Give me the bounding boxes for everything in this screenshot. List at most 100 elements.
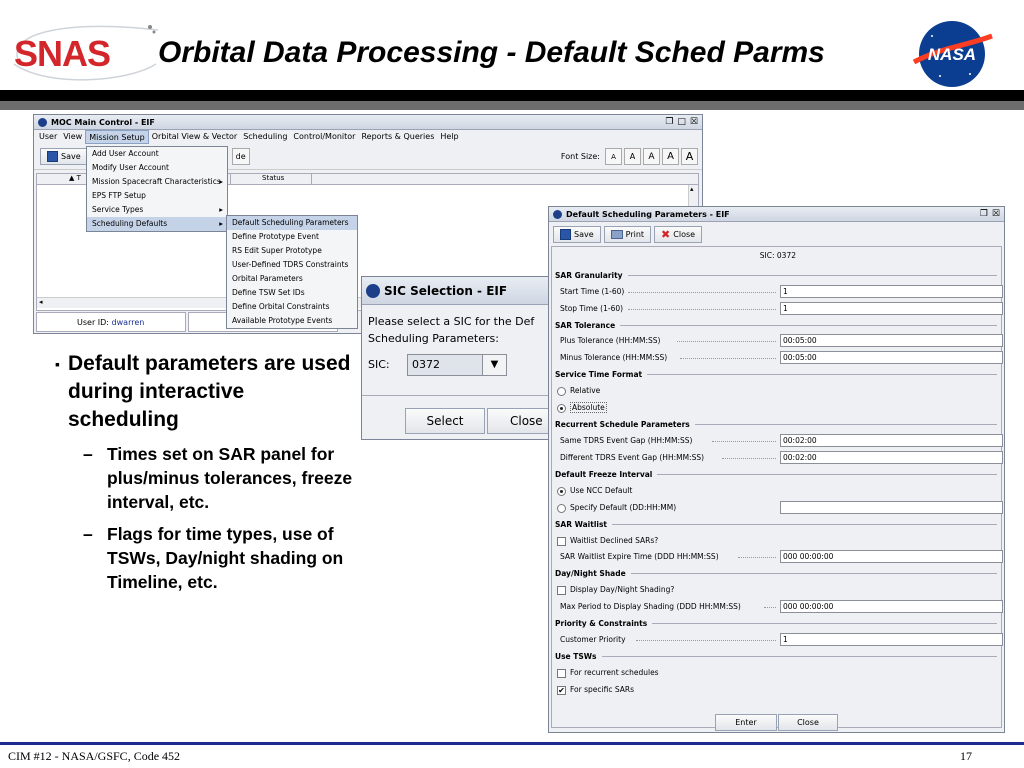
font-size-btn-3[interactable]: A xyxy=(643,148,660,165)
start-time-field[interactable]: 1 xyxy=(780,285,1003,298)
close-icon[interactable]: ☒ xyxy=(690,117,698,127)
row-use-ncc-default[interactable]: Use NCC Default xyxy=(552,484,1001,498)
start-time-label: Start Time (1-60) xyxy=(560,287,625,296)
restore-icon[interactable]: ❐ xyxy=(665,117,673,127)
row-display-shading[interactable]: Display Day/Night Shading? xyxy=(552,583,1001,597)
specify-default-radio[interactable] xyxy=(557,503,566,513)
section-service-time-format: Service Time Format xyxy=(552,367,1001,381)
display-shading-label: Display Day/Night Shading? xyxy=(570,585,675,594)
sic-select-button[interactable]: Select xyxy=(405,408,485,434)
dsp-close-bottom-button[interactable]: Close xyxy=(778,714,838,731)
scroll-up-icon[interactable]: ▴ xyxy=(690,185,694,193)
menu-item-scheduling-defaults[interactable]: Scheduling Defaults ▸ xyxy=(87,217,227,231)
menu-view[interactable]: View xyxy=(60,130,85,144)
page-title: Orbital Data Processing - Default Sched … xyxy=(158,36,825,69)
dsp-toolbar: Save Print ✖ Close xyxy=(553,226,703,243)
absolute-radio[interactable] xyxy=(557,403,566,413)
dash-marker: – xyxy=(83,444,93,464)
stop-time-field[interactable]: 1 xyxy=(780,302,1003,315)
row-for-specific[interactable]: ✔ For specific SARs xyxy=(552,683,1001,697)
header-band-black xyxy=(0,90,1024,101)
dsp-enter-button[interactable]: Enter xyxy=(715,714,777,731)
close-icon[interactable]: ☒ xyxy=(992,209,1000,219)
specify-default-field[interactable] xyxy=(780,501,1003,514)
menu-item-define-prototype-event[interactable]: Define Prototype Event xyxy=(227,230,357,244)
dsp-save-button[interactable]: Save xyxy=(553,226,601,243)
row-same-tdrs-gap: Same TDRS Event Gap (HH:MM:SS) 00:02:00 xyxy=(552,434,1003,448)
plus-tolerance-field[interactable]: 00:05:00 xyxy=(780,334,1003,347)
sic-select[interactable]: 0372 ▼ xyxy=(407,354,507,376)
row-waitlist-declined[interactable]: Waitlist Declined SARs? xyxy=(552,534,1001,548)
minus-tolerance-field[interactable]: 00:05:00 xyxy=(780,351,1003,364)
display-shading-checkbox[interactable] xyxy=(557,585,566,595)
menu-item-orbital-parameters[interactable]: Orbital Parameters xyxy=(227,272,357,286)
row-specify-default: Specify Default (DD:HH:MM) xyxy=(552,501,1003,515)
font-size-btn-2[interactable]: A xyxy=(624,148,641,165)
waitlist-declined-checkbox[interactable] xyxy=(557,536,566,546)
row-minus-tolerance: Minus Tolerance (HH:MM:SS) 00:05:00 xyxy=(552,351,1003,365)
menu-item-add-user-account[interactable]: Add User Account xyxy=(87,147,227,161)
row-for-recurrent[interactable]: For recurrent schedules xyxy=(552,666,1001,680)
absolute-label: Absolute xyxy=(570,402,607,413)
menu-item-available-prototype-events[interactable]: Available Prototype Events xyxy=(227,314,357,328)
dsp-titlebar[interactable]: Default Scheduling Parameters - EIF ❐ ☒ xyxy=(549,207,1004,222)
sic-titlebar[interactable]: SIC Selection - EIF xyxy=(362,277,560,305)
header-band-gray xyxy=(0,101,1024,110)
minus-tolerance-label: Minus Tolerance (HH:MM:SS) xyxy=(560,353,668,362)
menu-item-service-types[interactable]: Service Types ▸ xyxy=(87,203,227,217)
menu-control-monitor[interactable]: Control/Monitor xyxy=(290,130,358,144)
menu-item-default-scheduling-parameters[interactable]: Default Scheduling Parameters xyxy=(227,216,357,230)
customer-priority-field[interactable]: 1 xyxy=(780,633,1003,646)
row-relative[interactable]: Relative xyxy=(552,384,1001,398)
row-absolute[interactable]: Absolute xyxy=(552,401,1001,415)
font-size-btn-5[interactable]: A xyxy=(681,148,698,165)
nasa-logo-text: NASA xyxy=(928,45,976,64)
diff-gap-label: Different TDRS Event Gap (HH:MM:SS) xyxy=(560,453,705,462)
moc-menubar: User View Mission Setup Orbital View & V… xyxy=(34,130,702,144)
menu-help[interactable]: Help xyxy=(437,130,461,144)
for-specific-checkbox[interactable]: ✔ xyxy=(557,685,566,695)
bullet-main: ▪ Default parameters are used during inte… xyxy=(55,352,351,431)
menu-item-mission-spacecraft[interactable]: Mission Spacecraft Characteristics ▸ xyxy=(87,175,227,189)
menu-item-rs-edit-super-prototype[interactable]: RS Edit Super Prototype xyxy=(227,244,357,258)
user-id-value: dwarren xyxy=(111,317,145,327)
restore-icon[interactable]: ❐ xyxy=(980,209,988,219)
waitlist-expire-label: SAR Waitlist Expire Time (DDD HH:MM:SS) xyxy=(560,552,719,561)
menu-mission-setup[interactable]: Mission Setup xyxy=(85,130,149,144)
menu-item-define-tsw-set-ids[interactable]: Define TSW Set IDs xyxy=(227,286,357,300)
max-period-label: Max Period to Display Shading (DDD HH:MM… xyxy=(560,602,741,611)
stop-time-label: Stop Time (1-60) xyxy=(560,304,624,313)
menu-item-user-defined-tdrs-constraints[interactable]: User-Defined TDRS Constraints xyxy=(227,258,357,272)
dsp-close-button[interactable]: ✖ Close xyxy=(654,226,703,243)
same-gap-field[interactable]: 00:02:00 xyxy=(780,434,1003,447)
section-sar-waitlist: SAR Waitlist xyxy=(552,517,1001,531)
diff-gap-field[interactable]: 00:02:00 xyxy=(780,451,1003,464)
menu-item-modify-user-account[interactable]: Modify User Account xyxy=(87,161,227,175)
mission-setup-menu: Add User Account Modify User Account Mis… xyxy=(86,146,228,232)
waitlist-expire-field[interactable]: 000 00:00:00 xyxy=(780,550,1003,563)
menu-scheduling[interactable]: Scheduling xyxy=(240,130,290,144)
dsp-print-button[interactable]: Print xyxy=(603,226,652,243)
col-header-status[interactable]: Status xyxy=(262,174,284,182)
scroll-left-icon[interactable]: ◂ xyxy=(39,298,43,306)
col-header-t[interactable]: ▲ T xyxy=(69,174,81,182)
for-recurrent-checkbox[interactable] xyxy=(557,668,566,678)
maximize-icon[interactable]: □ xyxy=(677,117,686,127)
max-period-field[interactable]: 000 00:00:00 xyxy=(780,600,1003,613)
submenu-arrow-icon: ▸ xyxy=(219,177,223,186)
font-size-btn-1[interactable]: A xyxy=(605,148,622,165)
font-size-btn-4[interactable]: A xyxy=(662,148,679,165)
default-scheduling-parameters-window: Default Scheduling Parameters - EIF ❐ ☒ S… xyxy=(548,206,1005,733)
menu-user[interactable]: User xyxy=(36,130,60,144)
menu-reports-queries[interactable]: Reports & Queries xyxy=(358,130,437,144)
use-ncc-default-radio[interactable] xyxy=(557,486,566,496)
snas-logo: SNAS xyxy=(13,25,158,81)
section-sar-granularity: SAR Granularity xyxy=(552,268,1001,282)
chevron-down-icon[interactable]: ▼ xyxy=(482,355,506,375)
moc-titlebar[interactable]: MOC Main Control - EIF ❐ □ ☒ xyxy=(34,115,702,130)
menu-item-eps-ftp-setup[interactable]: EPS FTP Setup xyxy=(87,189,227,203)
menu-item-define-orbital-constraints[interactable]: Define Orbital Constraints xyxy=(227,300,357,314)
menu-orbital-view[interactable]: Orbital View & Vector xyxy=(149,130,241,144)
relative-radio[interactable] xyxy=(557,386,566,396)
moc-save-button[interactable]: Save xyxy=(40,148,88,165)
